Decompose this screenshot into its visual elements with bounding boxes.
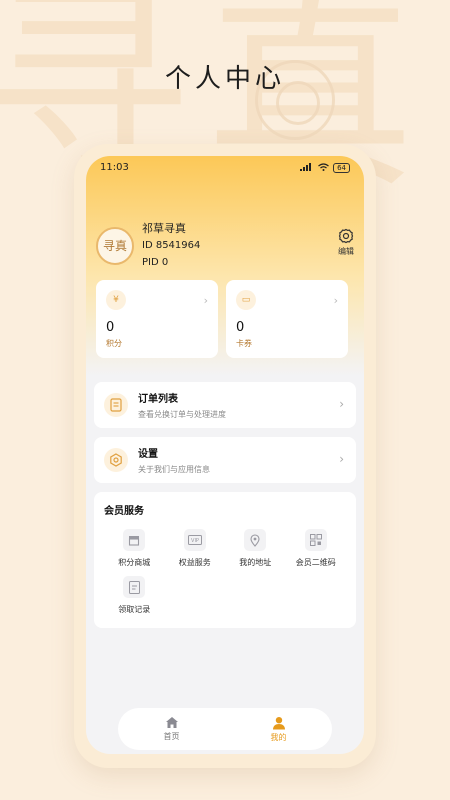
yen-icon: ¥ [106,290,126,310]
record-icon [123,576,146,598]
service-item-records[interactable]: 领取记录 [104,576,165,615]
service-item-store[interactable]: 积分商城 [104,529,165,568]
bottom-tab-bar: 首页 我的 [118,708,332,750]
service-label: 我的地址 [239,558,272,567]
points-value: 0 [106,320,115,335]
order-list-icon [104,393,128,417]
user-name: 祁草寻真 [142,222,186,235]
services-grid: 积分商城 VIP 权益服务 我的地址 会员二维码 领取记录 [104,529,346,615]
phone-frame: 11:03 64 寻真 祁草寻真 ID 8541964 PID 0 编辑 ¥ ›… [74,144,376,768]
wifi-icon [318,162,329,173]
service-label: 领取记录 [118,605,151,614]
service-label: 会员二维码 [295,558,336,567]
points-label: 积分 [106,339,122,348]
tab-home[interactable]: 首页 [164,716,180,742]
avatar-text: 寻真 [102,239,127,253]
service-label: 积分商城 [118,558,151,567]
tab-mine[interactable]: 我的 [271,716,287,743]
home-icon [164,716,180,729]
tab-home-label: 首页 [163,732,180,741]
profile-section: 寻真 祁草寻真 ID 8541964 PID 0 [96,220,200,271]
service-label: 权益服务 [178,558,211,567]
order-list-item[interactable]: 订单列表 查看兑换订单与处理进度 › [94,382,356,428]
battery-icon: 64 [333,162,350,173]
tab-mine-label: 我的 [270,732,287,742]
stats-row: ¥ › 0 积分 ▭ › 0 卡券 [96,280,348,358]
qrcode-icon [304,529,327,551]
store-icon [123,529,146,551]
edit-label: 编辑 [338,247,354,256]
settings-item[interactable]: 设置 关于我们与应用信息 › [94,437,356,483]
svg-text:VIP: VIP [191,538,199,544]
status-bar: 11:03 64 [100,162,350,173]
profile-info: 祁草寻真 ID 8541964 PID 0 [142,220,200,271]
gear-icon [338,228,354,244]
settings-text: 设置 关于我们与应用信息 [138,445,210,475]
status-time: 11:03 [100,162,129,173]
page-title: 个人中心 [164,64,285,94]
user-id: ID 8541964 [142,240,201,251]
app-screen: 11:03 64 寻真 祁草寻真 ID 8541964 PID 0 编辑 ¥ ›… [86,156,364,754]
chevron-right-icon: › [203,294,208,307]
order-list-subtitle: 查看兑换订单与处理进度 [138,410,226,419]
signal-icon [300,162,314,173]
user-icon [271,716,287,730]
member-services: 会员服务 积分商城 VIP 权益服务 我的地址 会员二维码 领取记录 [94,492,356,628]
location-icon [244,529,267,551]
avatar[interactable]: 寻真 [96,226,134,265]
order-list-title: 订单列表 [138,394,178,405]
points-card[interactable]: ¥ › 0 积分 [96,280,218,358]
chevron-right-icon: › [339,452,344,466]
coupons-value: 0 [236,320,245,335]
service-item-vip[interactable]: VIP 权益服务 [165,529,226,568]
settings-title: 设置 [138,449,158,460]
vip-icon: VIP [183,529,206,551]
user-pid: PID 0 [142,257,169,268]
settings-icon [104,448,128,472]
service-item-address[interactable]: 我的地址 [225,529,286,568]
status-icons: 64 [300,162,350,173]
services-title: 会员服务 [104,506,144,517]
edit-button[interactable]: 编辑 [338,228,354,257]
ticket-icon: ▭ [236,290,256,310]
service-item-qrcode[interactable]: 会员二维码 [286,529,347,568]
order-list-text: 订单列表 查看兑换订单与处理进度 [138,390,226,420]
chevron-right-icon: › [339,397,344,411]
settings-subtitle: 关于我们与应用信息 [138,465,210,474]
coupons-card[interactable]: ▭ › 0 卡券 [226,280,348,358]
coupons-label: 卡券 [236,339,252,348]
chevron-right-icon: › [333,294,338,307]
